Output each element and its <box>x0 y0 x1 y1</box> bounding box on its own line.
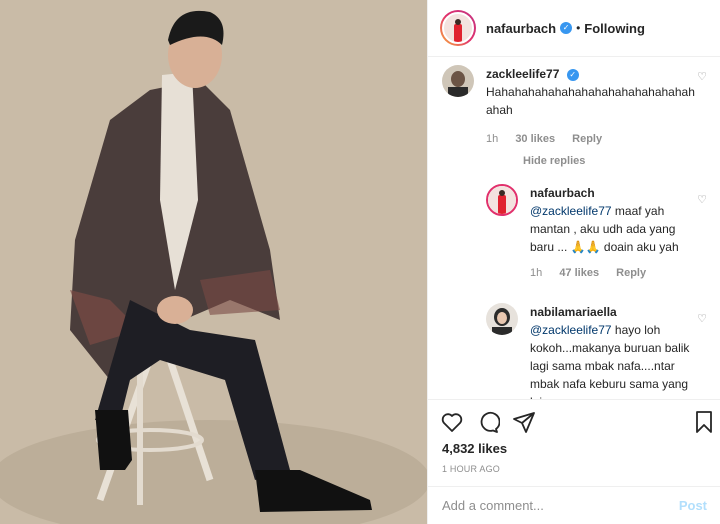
reply-like-heart-icon[interactable]: ♡ <box>697 193 707 206</box>
reply-reply-button[interactable]: Reply <box>616 267 646 279</box>
verified-badge-icon: ✓ <box>566 68 579 81</box>
heart-icon[interactable] <box>440 410 464 434</box>
reply-text-block: @zackleelife77 maaf yah mantan , aku udh… <box>530 202 690 256</box>
reply-likes[interactable]: 47 likes <box>559 267 599 279</box>
comment-text: Hahahahahahahahahahahahahahahahahah <box>486 85 695 117</box>
bookmark-icon[interactable] <box>692 410 716 434</box>
comment-like-heart-icon[interactable]: ♡ <box>697 70 707 83</box>
hide-replies-button[interactable]: Hide replies <box>523 155 585 167</box>
post-timestamp: 1 HOUR AGO <box>442 464 501 474</box>
comment-username[interactable]: zackleelife77 <box>486 67 559 81</box>
comment-composer: Post <box>428 486 720 524</box>
comment-item: zackleelife77 ✓ Hahahahahahahahahahahaha… <box>442 65 696 148</box>
reply-mention[interactable]: @zackleelife77 <box>530 323 612 337</box>
post-comment-button[interactable]: Post <box>679 498 707 513</box>
post-side-panel: nafaurbach ✓ • Following zackleelife77 ✓… <box>427 0 720 524</box>
comment-reply-button[interactable]: Reply <box>572 133 602 145</box>
post-header: nafaurbach ✓ • Following <box>428 0 720 57</box>
author-avatar[interactable] <box>440 10 476 46</box>
separator-dot: • <box>576 21 581 35</box>
comment-input[interactable] <box>442 498 679 513</box>
reply-mention[interactable]: @zackleelife77 <box>530 204 612 218</box>
comment-likes[interactable]: 30 likes <box>515 133 555 145</box>
verified-badge-icon: ✓ <box>560 22 573 34</box>
reply-like-heart-icon[interactable]: ♡ <box>697 312 707 325</box>
reply-item: nabilamariaella @zackleelife77 hayo loh … <box>486 303 690 399</box>
comment-icon[interactable] <box>476 410 500 434</box>
following-button[interactable]: Following <box>584 21 645 36</box>
reply-username[interactable]: nafaurbach <box>530 184 690 202</box>
share-icon[interactable] <box>512 410 536 434</box>
reply-time: 1h <box>530 267 543 279</box>
author-username[interactable]: nafaurbach <box>486 21 556 36</box>
reply-text-block: @zackleelife77 hayo loh kokoh...makanya … <box>530 321 690 399</box>
reply-username[interactable]: nabilamariaella <box>530 303 690 321</box>
reply-item: nafaurbach @zackleelife77 maaf yah manta… <box>486 184 690 282</box>
commenter-avatar[interactable] <box>442 65 474 97</box>
post-photo[interactable] <box>0 0 427 524</box>
action-bar <box>428 399 720 444</box>
comments-list[interactable]: zackleelife77 ✓ Hahahahahahahahahahahaha… <box>428 57 720 399</box>
comment-time: 1h <box>486 133 499 145</box>
reply-avatar[interactable] <box>486 303 518 335</box>
reply-avatar[interactable] <box>486 184 518 216</box>
likes-count[interactable]: 4,832 likes <box>442 441 507 456</box>
